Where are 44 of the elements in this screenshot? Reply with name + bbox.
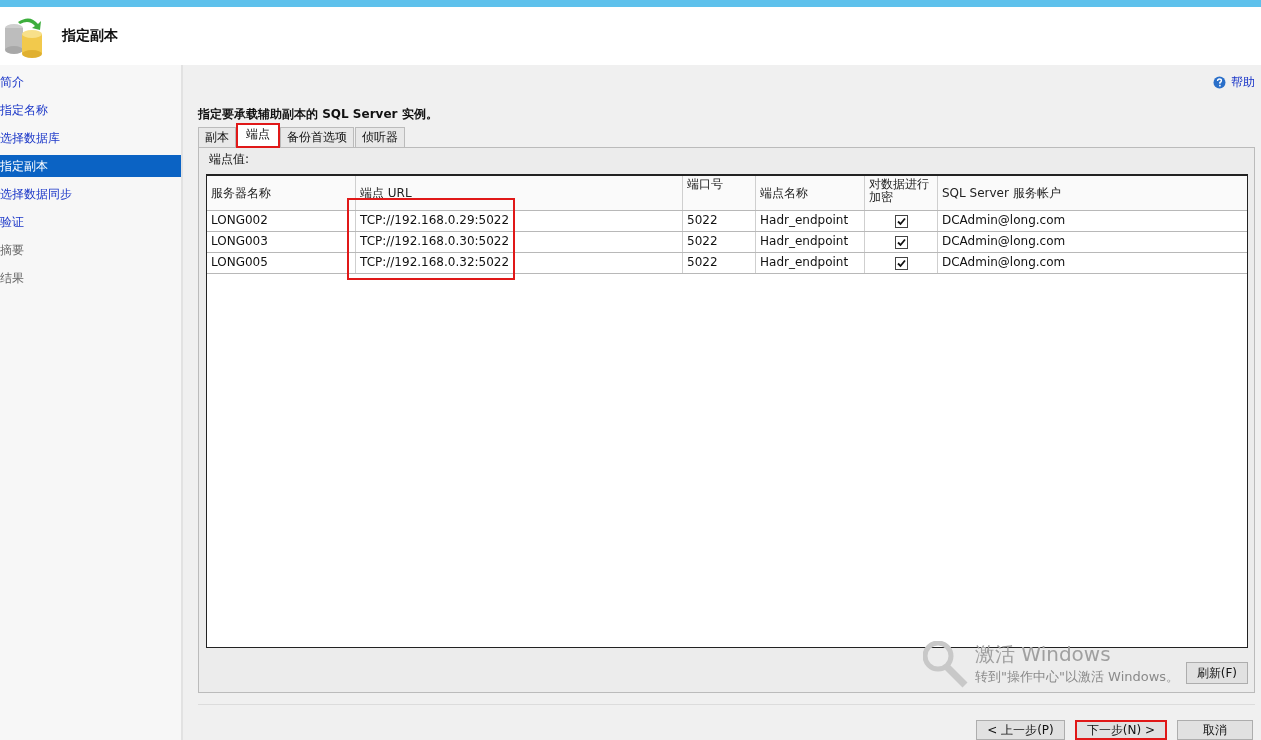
checkbox[interactable]: [894, 214, 908, 228]
table-cell: 5022: [683, 253, 756, 273]
checkbox[interactable]: [894, 235, 908, 249]
table-cell: TCP://192.168.0.30:5022: [356, 232, 683, 252]
help-link[interactable]: 帮助: [1213, 73, 1255, 92]
tab[interactable]: 端点: [237, 124, 279, 147]
table-cell-text: DCAdmin@long.com: [941, 212, 1067, 229]
table-cell: 5022: [683, 211, 756, 231]
table-cell: Hadr_endpoint: [756, 232, 865, 252]
sidebar-item[interactable]: 选择数据库: [0, 127, 181, 149]
sidebar-item[interactable]: 验证: [0, 211, 181, 233]
wizard-button[interactable]: 下一步(N) >: [1074, 720, 1167, 740]
tab[interactable]: 副本: [198, 127, 236, 147]
page-title: 指定副本: [62, 27, 118, 45]
tab[interactable]: 备份首选项: [280, 127, 354, 147]
wizard-button[interactable]: < 上一步(P): [976, 720, 1065, 740]
tab[interactable]: 侦听器: [355, 127, 405, 147]
column-header: 端点名称: [756, 176, 865, 210]
table-cell: LONG002: [207, 211, 356, 231]
table-cell-text: DCAdmin@long.com: [941, 254, 1067, 271]
table-cell-text: DCAdmin@long.com: [941, 233, 1067, 250]
column-header: 对数据进行加密: [865, 176, 938, 210]
checkbox[interactable]: [894, 256, 908, 270]
activation-watermark-title: 激活 Windows: [975, 641, 1112, 668]
section-label: 端点值:: [208, 152, 251, 168]
activation-watermark-text: 转到"操作中心"以激活 Windows。: [975, 668, 1180, 686]
table-cell: Hadr_endpoint: [756, 211, 865, 231]
wizard-button[interactable]: 取消: [1177, 720, 1253, 740]
column-header: SQL Server 服务帐户: [941, 184, 1062, 202]
table-cell: TCP://192.168.0.32:5022: [356, 253, 683, 273]
column-header: 服务器名称: [207, 176, 356, 210]
column-header: 端口号: [683, 176, 756, 210]
sidebar-item[interactable]: 指定副本: [0, 155, 181, 177]
instruction-text: 指定要承载辅助副本的 SQL Server 实例。: [198, 105, 439, 123]
table-cell: TCP://192.168.0.29:5022: [356, 211, 683, 231]
sidebar-item[interactable]: 选择数据同步: [0, 183, 181, 205]
table-cell: Hadr_endpoint: [756, 253, 865, 273]
help-icon: [1213, 75, 1226, 89]
table-cell: LONG003: [207, 232, 356, 252]
refresh-button[interactable]: 刷新(F): [1185, 662, 1248, 684]
sidebar-item[interactable]: 指定名称: [0, 99, 181, 121]
table-cell: LONG005: [207, 253, 356, 273]
sidebar-item[interactable]: 简介: [0, 71, 181, 93]
table-cell: 5022: [683, 232, 756, 252]
